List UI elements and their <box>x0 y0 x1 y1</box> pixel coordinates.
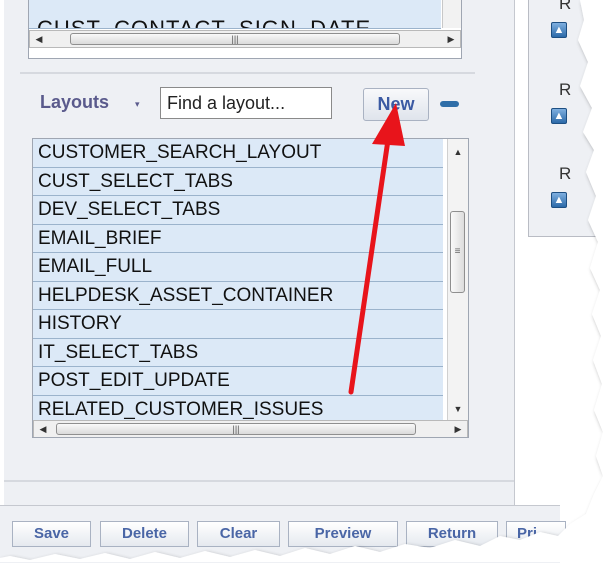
scroll-thumb[interactable]: ||| <box>56 423 416 435</box>
property-label: R <box>559 80 572 99</box>
clear-button[interactable]: Clear <box>197 521 280 547</box>
move-up-icon[interactable]: ▲ <box>551 192 567 208</box>
list-item[interactable]: HELPDESK_ASSET_CONTAINER <box>33 281 443 310</box>
scroll-thumb[interactable]: ≡ <box>450 211 465 293</box>
minus-icon <box>440 101 459 107</box>
horizontal-scrollbar[interactable]: ◀ ||| ▶ <box>29 30 461 48</box>
dropdown-caret-icon[interactable]: ▾ <box>135 99 140 110</box>
vertical-scrollbar[interactable] <box>442 0 461 28</box>
fields-list[interactable]: CUST_CONTACT_SIGN_DATE ◀ ||| ▶ <box>28 0 462 59</box>
layouts-list[interactable]: CUSTOMER_SEARCH_LAYOUT CUST_SELECT_TABS … <box>32 138 469 438</box>
scroll-right-icon[interactable]: ▶ <box>449 421 467 437</box>
section-divider <box>4 480 514 482</box>
layout-editor-screenshot: CUST_CONTACT_SIGN_DATE ◀ ||| ▶ Layouts ▾… <box>0 0 603 563</box>
list-item[interactable]: POST_EDIT_UPDATE <box>33 367 443 396</box>
property-label: R <box>559 164 572 183</box>
horizontal-scrollbar[interactable]: ◀ ||| ▶ <box>33 420 468 437</box>
list-item-label: CUST_CONTACT_SIGN_DATE <box>37 16 372 29</box>
scroll-left-icon[interactable]: ◀ <box>34 421 52 437</box>
return-button[interactable]: Return <box>406 521 498 547</box>
save-button[interactable]: Save <box>12 521 91 547</box>
vertical-scrollbar[interactable]: ▲ ≡ ▼ <box>447 139 468 420</box>
remove-layout-button[interactable] <box>437 93 462 115</box>
scroll-right-icon[interactable]: ▶ <box>442 31 460 47</box>
scroll-thumb[interactable]: ||| <box>70 33 400 45</box>
print-button[interactable]: Pri <box>506 521 566 547</box>
list-item[interactable]: HISTORY <box>33 310 443 339</box>
scroll-left-icon[interactable]: ◀ <box>30 31 48 47</box>
move-up-icon[interactable]: ▲ <box>551 108 567 124</box>
preview-button[interactable]: Preview <box>288 521 398 547</box>
new-layout-button[interactable]: New <box>363 88 429 121</box>
list-item[interactable]: DEV_SELECT_TABS <box>33 196 443 225</box>
layouts-menu-label[interactable]: Layouts <box>40 92 109 113</box>
layouts-list-rows: CUSTOMER_SEARCH_LAYOUT CUST_SELECT_TABS … <box>33 139 443 437</box>
list-item[interactable]: EMAIL_BRIEF <box>33 224 443 253</box>
list-item[interactable]: CUST_SELECT_TABS <box>33 167 443 196</box>
delete-button[interactable]: Delete <box>100 521 189 547</box>
scroll-up-icon[interactable]: ▲ <box>448 143 468 161</box>
find-layout-input[interactable] <box>160 87 332 119</box>
move-up-icon[interactable]: ▲ <box>551 22 567 38</box>
list-item[interactable]: CUSTOMER_SEARCH_LAYOUT <box>33 139 443 168</box>
list-item[interactable]: IT_SELECT_TABS <box>33 338 443 367</box>
properties-panel: R ▲ R ▲ R ▲ <box>528 0 603 237</box>
list-item[interactable]: CUST_CONTACT_SIGN_DATE <box>29 0 441 29</box>
section-divider <box>20 72 475 74</box>
scroll-down-icon[interactable]: ▼ <box>448 400 468 418</box>
list-item[interactable]: EMAIL_FULL <box>33 253 443 282</box>
property-label: R <box>559 0 572 13</box>
